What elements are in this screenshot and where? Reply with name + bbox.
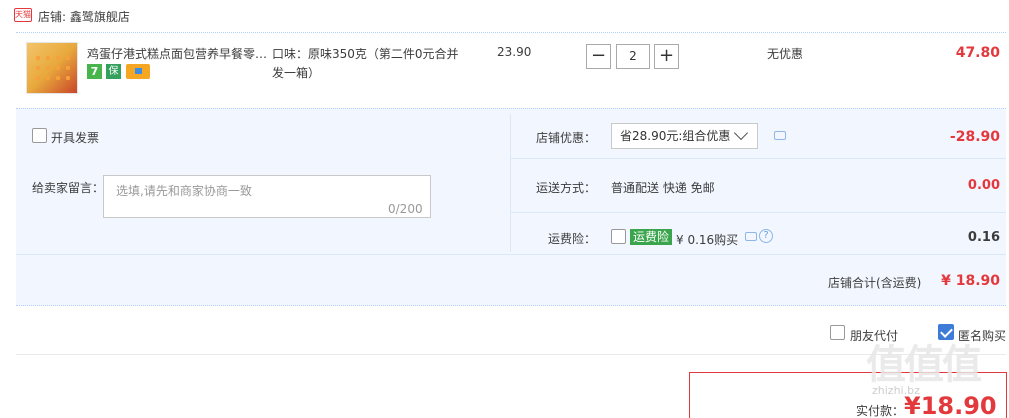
shipping-method: 普通配送 快递 免邮	[611, 181, 715, 195]
quantity-decrease-button[interactable]: −	[586, 44, 611, 69]
insurance-checkbox[interactable]	[611, 229, 626, 244]
product-thumbnail[interactable]	[26, 42, 78, 94]
pay-label: 实付款：	[856, 404, 905, 418]
chat-icon[interactable]	[774, 131, 786, 140]
insurance-tag: 运费险	[630, 229, 673, 245]
shipping-amount: 0.00	[967, 178, 1000, 193]
shop-total-amount: ¥ 18.90	[941, 273, 1000, 289]
tmall-logo-icon: 天猫	[14, 8, 32, 22]
row-separator	[16, 254, 1006, 255]
friend-pay-checkbox[interactable]	[830, 325, 845, 340]
message-placeholder: 选填,请先和商家协商一致	[116, 184, 252, 198]
item-subtotal: 47.80	[955, 45, 1000, 61]
product-title-link[interactable]: 鸡蛋仔港式糕点面包营养早餐零…	[87, 45, 269, 62]
shop-name[interactable]: 店铺: 鑫鹭旗舰店	[38, 8, 130, 25]
row-separator	[511, 158, 1006, 159]
guarantee-shield-icon: 保	[106, 64, 121, 79]
panel-divider	[510, 114, 511, 252]
quantity-increase-button[interactable]: +	[654, 44, 679, 69]
seven-day-return-icon: 7	[87, 64, 102, 79]
item-discount: 无优惠	[767, 47, 804, 61]
invoice-checkbox[interactable]	[32, 128, 47, 143]
quantity-input[interactable]: 2	[616, 44, 650, 69]
unit-price: 23.90	[497, 45, 532, 59]
shop-discount-amount: -28.90	[949, 129, 1000, 145]
credit-card-icon	[126, 64, 150, 79]
divider	[16, 354, 1006, 355]
chat-icon[interactable]	[745, 232, 757, 241]
product-sku: 口味：原味350克（第二件0元合并发一箱）	[272, 47, 459, 80]
message-char-count: 0/200	[388, 202, 423, 216]
watermark: 值值值	[866, 342, 982, 388]
row-separator	[511, 212, 1006, 213]
invoice-label[interactable]: 开具发票	[51, 129, 99, 146]
shop-discount-label: 店铺优惠：	[536, 131, 597, 145]
insurance-price: ¥ 0.16购买	[676, 233, 739, 247]
insurance-amount: 0.16	[967, 230, 1000, 245]
help-icon[interactable]: ?	[759, 229, 773, 243]
insurance-label: 运费险：	[548, 232, 597, 246]
item-row	[16, 32, 1006, 108]
message-label: 给卖家留言：	[32, 181, 105, 195]
pay-amount: ¥18.90	[904, 392, 997, 418]
shipping-label: 运送方式：	[536, 181, 597, 195]
shop-total-label: 店铺合计(含运费)	[828, 276, 922, 290]
